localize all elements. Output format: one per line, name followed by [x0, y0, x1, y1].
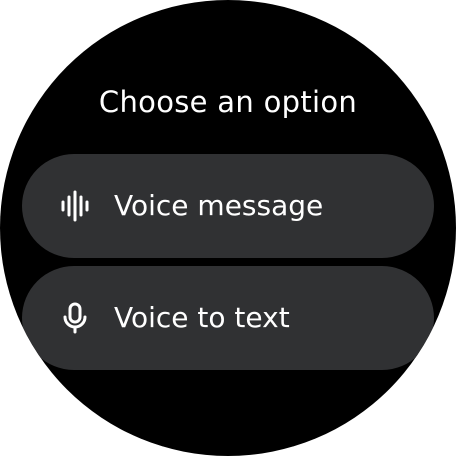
screen-title: Choose an option: [98, 85, 358, 119]
voice-to-text-label: Voice to text: [114, 301, 290, 334]
watch-screen: Choose an option Voice message Voice to …: [0, 0, 456, 456]
voice-message-label: Voice message: [114, 189, 324, 222]
audio-waveform-icon: [58, 189, 92, 223]
microphone-icon: [58, 301, 92, 335]
voice-to-text-option[interactable]: Voice to text: [22, 266, 434, 370]
voice-message-option[interactable]: Voice message: [22, 154, 434, 258]
